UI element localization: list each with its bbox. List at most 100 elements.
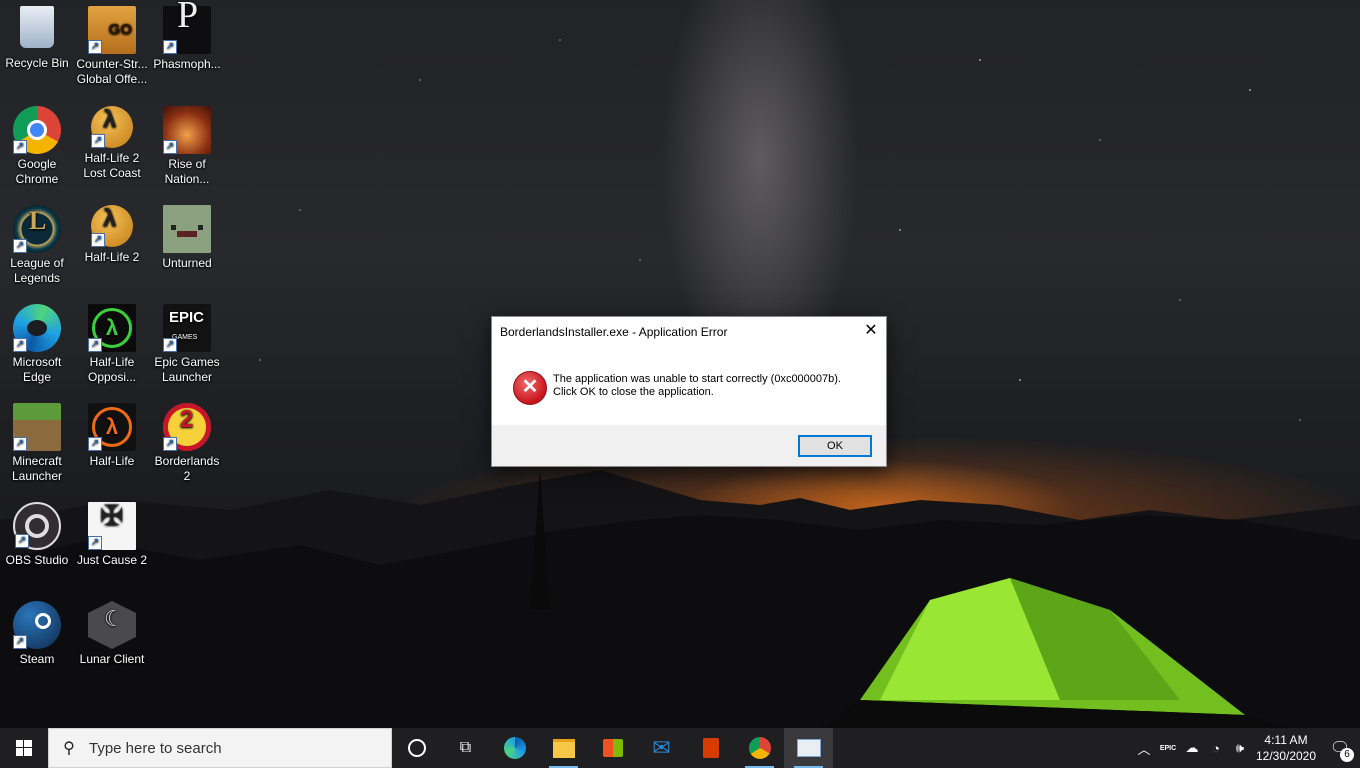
dialog-close-button[interactable]: ✕ [856, 317, 886, 345]
desktop-icon-borderlands-2[interactable]: 2 ↗ Borderlands 2 [150, 403, 224, 484]
borderlands-2-icon: 2 ↗ [163, 403, 211, 451]
dialog-message-line-1: The application was unable to start corr… [553, 373, 841, 385]
mail-icon: ✉ [652, 735, 671, 760]
application-error-dialog: BorderlandsInstaller.exe - Application E… [491, 316, 887, 467]
desktop-icon-counter-strike[interactable]: GO ↗ Counter-Str... Global Offe... [75, 6, 149, 87]
icon-label: Borderlands 2 [154, 454, 220, 483]
clock-date: 12/30/2020 [1255, 749, 1317, 763]
taskbar-clock[interactable]: 4:11 AM 12/30/2020 [1252, 732, 1320, 764]
desktop-icon-minecraft-launcher[interactable]: ↗ Minecraft Launcher [0, 403, 74, 484]
obs-icon: ↗ [13, 502, 61, 550]
windows-logo-icon [16, 740, 32, 756]
desktop-icon-half-life-opposing-force[interactable]: λ ↗ Half-Life Opposi... [75, 304, 149, 385]
volume-icon[interactable]: 🕪 [1228, 740, 1252, 756]
taskbar-chrome[interactable] [735, 728, 784, 768]
shortcut-arrow-icon: ↗ [91, 233, 105, 247]
icon-label: Minecraft Launcher [11, 454, 63, 483]
start-button[interactable] [0, 728, 48, 768]
taskbar: ⚲ Type here to search ⧉ ✉ ︿ EPIC ☁ ◔ 🕪 4… [0, 728, 1360, 768]
icon-label: Half-Life Opposi... [87, 355, 137, 384]
taskbar-microsoft-store[interactable] [588, 728, 637, 768]
icon-label: Counter-Str... Global Offe... [76, 57, 148, 86]
icon-label: Just Cause 2 [76, 553, 148, 567]
task-view-button[interactable]: ⧉ [441, 728, 490, 768]
minecraft-icon: ↗ [13, 403, 61, 451]
show-hidden-icons-button[interactable]: ︿ [1132, 739, 1156, 758]
desktop-icon-steam[interactable]: ↗ Steam [0, 601, 74, 667]
desktop-icon-half-life-2-lost-coast[interactable]: λ ↗ Half-Life 2 Lost Coast [75, 106, 149, 181]
office-icon [702, 738, 719, 758]
onedrive-icon[interactable]: ☁ [1180, 740, 1204, 756]
half-life-2-icon: λ ↗ [91, 106, 133, 148]
rise-of-nations-icon: ↗ [163, 106, 211, 154]
desktop-icon-league-of-legends[interactable]: L ↗ League of Legends [0, 205, 74, 286]
icon-label: Rise of Nation... [164, 157, 210, 186]
error-icon: ✕ [513, 371, 547, 405]
icon-label: Epic Games Launcher [154, 355, 220, 384]
dialog-message-line-2: Click OK to close the application. [553, 386, 714, 398]
shortcut-arrow-icon: ↗ [15, 534, 29, 548]
microsoft-store-icon [602, 739, 623, 757]
action-center-button[interactable]: 🗨 6 [1320, 728, 1360, 768]
shortcut-arrow-icon: ↗ [88, 338, 102, 352]
shortcut-arrow-icon: ↗ [163, 437, 177, 451]
half-life-opposing-force-icon: λ ↗ [88, 304, 136, 352]
shortcut-arrow-icon: ↗ [13, 437, 27, 451]
steam-icon: ↗ [13, 601, 61, 649]
desktop-icon-microsoft-edge[interactable]: ↗ Microsoft Edge [0, 304, 74, 385]
chrome-icon: ↗ [13, 106, 61, 154]
lunar-client-icon: ☾ [88, 601, 136, 649]
epic-games-tray-icon[interactable]: EPIC [1156, 745, 1180, 752]
icon-label: Recycle Bin [5, 56, 69, 70]
taskbar-mail[interactable]: ✉ [637, 728, 686, 768]
icon-label: Unturned [162, 256, 212, 270]
chrome-icon [748, 737, 771, 759]
search-placeholder: Type here to search [89, 739, 222, 757]
desktop-icon-phasmophobia[interactable]: P ↗ Phasmoph... [150, 0, 224, 72]
taskbar-running-app[interactable] [784, 728, 833, 768]
desktop-icon-unturned[interactable]: Unturned [150, 205, 224, 271]
taskbar-office[interactable] [686, 728, 735, 768]
network-icon[interactable]: ◔ [1204, 741, 1228, 756]
icon-label: OBS Studio [5, 553, 69, 567]
cortana-button[interactable] [392, 728, 441, 768]
icon-label: Half-Life 2 [84, 250, 140, 264]
shortcut-arrow-icon: ↗ [163, 338, 177, 352]
task-view-icon: ⧉ [459, 739, 472, 756]
desktop-icon-rise-of-nations[interactable]: ↗ Rise of Nation... [150, 106, 224, 187]
unturned-icon [163, 205, 211, 253]
shortcut-arrow-icon: ↗ [88, 437, 102, 451]
league-of-legends-icon: L ↗ [13, 205, 61, 253]
recycle-bin-icon [20, 6, 54, 48]
icon-label: Microsoft Edge [12, 355, 62, 384]
desktop-icon-epic-games-launcher[interactable]: EPIC GAMES ↗ Epic Games Launcher [150, 304, 224, 385]
half-life-icon: λ ↗ [88, 403, 136, 451]
phasmophobia-icon: P ↗ [163, 0, 211, 54]
csgo-icon: GO ↗ [88, 6, 136, 54]
icon-label: Google Chrome [15, 157, 59, 186]
icon-label: Lunar Client [79, 652, 145, 666]
desktop-icon-google-chrome[interactable]: ↗ Google Chrome [0, 106, 74, 187]
desktop-icon-half-life[interactable]: λ ↗ Half-Life [75, 403, 149, 469]
dialog-footer: OK [492, 425, 886, 466]
shortcut-arrow-icon: ↗ [13, 635, 27, 649]
shortcut-arrow-icon: ↗ [163, 140, 177, 154]
taskbar-search-box[interactable]: ⚲ Type here to search [48, 728, 392, 768]
ok-button[interactable]: OK [798, 435, 872, 457]
desktop-icon-just-cause-2[interactable]: ✠ ↗ Just Cause 2 [75, 502, 149, 568]
half-life-2-icon: λ ↗ [91, 205, 133, 247]
taskbar-edge[interactable] [490, 728, 539, 768]
shortcut-arrow-icon: ↗ [88, 40, 102, 54]
shortcut-arrow-icon: ↗ [13, 140, 27, 154]
desktop-icon-obs-studio[interactable]: ↗ OBS Studio [0, 502, 74, 568]
running-app-icon [796, 739, 821, 757]
desktop-icon-half-life-2[interactable]: λ ↗ Half-Life 2 [75, 205, 149, 265]
desktop-icon-recycle-bin[interactable]: Recycle Bin [0, 6, 74, 71]
shortcut-arrow-icon: ↗ [88, 536, 102, 550]
icon-label: League of Legends [10, 256, 64, 285]
taskbar-file-explorer[interactable] [539, 728, 588, 768]
icon-label: Half-Life [89, 454, 135, 468]
clock-time: 4:11 AM [1264, 733, 1308, 747]
shortcut-arrow-icon: ↗ [13, 338, 27, 352]
desktop-icon-lunar-client[interactable]: ☾ Lunar Client [75, 601, 149, 667]
